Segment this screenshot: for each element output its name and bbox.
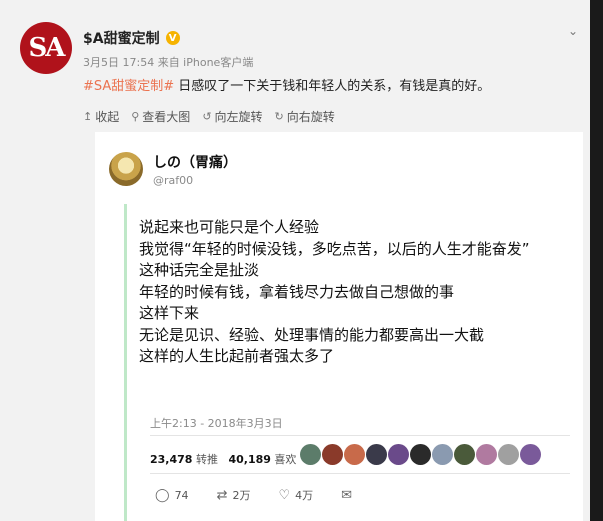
- liker-avatar[interactable]: [520, 444, 541, 465]
- liker-avatar[interactable]: [322, 444, 343, 465]
- author-row: $A甜蜜定制 V: [83, 28, 180, 48]
- retweet-button[interactable]: ⇄ 2万: [217, 487, 251, 503]
- liker-avatar[interactable]: [476, 444, 497, 465]
- tweet-line: 无论是见识、经验、处理事情的能力都要高出一大截: [139, 325, 485, 344]
- message-button[interactable]: ✉: [341, 488, 352, 503]
- liker-avatar[interactable]: [300, 444, 321, 465]
- rotate-right-button[interactable]: ↻ 向右旋转: [275, 108, 335, 125]
- author-avatar[interactable]: SA: [20, 22, 72, 74]
- liker-avatars: [300, 444, 541, 465]
- embedded-tweet-image: しの（胃痛） @raf00 说起来也可能只是个人经验 我觉得“年轻的时候没钱，多…: [95, 132, 583, 521]
- hashtag-link[interactable]: #SA甜蜜定制#: [83, 79, 174, 94]
- post-text: #SA甜蜜定制# 日感叹了一下关于钱和年轻人的关系，有钱是真的好。: [83, 75, 490, 94]
- rotate-right-label: 向右旋转: [286, 110, 335, 124]
- collapse-icon: ↥: [83, 110, 93, 123]
- liker-avatar[interactable]: [366, 444, 387, 465]
- rotate-left-icon: ↺: [202, 110, 212, 123]
- divider: [150, 435, 570, 436]
- thread-line: [124, 204, 127, 521]
- like-button[interactable]: ♡ 4万: [278, 487, 313, 503]
- liker-avatar[interactable]: [498, 444, 519, 465]
- reply-button[interactable]: ◯ 74: [155, 488, 189, 503]
- zoom-icon: ⚲: [131, 110, 140, 123]
- collapse-button[interactable]: ↥ 收起: [83, 108, 119, 125]
- tweet-line: 我觉得“年轻的时候没钱，多吃点苦，以后的人生才能奋发”: [139, 239, 530, 258]
- liker-avatar[interactable]: [410, 444, 431, 465]
- like-label: 喜欢: [274, 453, 297, 466]
- author-name[interactable]: $A甜蜜定制: [83, 28, 160, 48]
- tweet-line: 这种话完全是扯淡: [139, 261, 260, 279]
- envelope-icon: ✉: [341, 487, 353, 503]
- retweet-icon: ⇄: [216, 487, 228, 503]
- tweet-line: 这样下来: [139, 304, 200, 322]
- retweet-label: 转推: [195, 453, 218, 466]
- tweet-line: 年轻的时候有钱，拿着钱尽力去做自己想做的事: [139, 282, 455, 301]
- liker-avatar[interactable]: [344, 444, 365, 465]
- view-large-button[interactable]: ⚲ 查看大图: [131, 108, 190, 125]
- post-meta: 3月5日 17:54 来自 iPhone客户端: [83, 56, 254, 69]
- collapse-label: 收起: [95, 110, 120, 124]
- tweet-line: 这样的人生比起前者强太多了: [139, 347, 335, 365]
- retweet-count: 23,478: [150, 452, 193, 466]
- like-count: 40,189: [228, 452, 271, 466]
- tweet-line: 说起来也可能只是个人经验: [139, 218, 320, 236]
- tweet-stats: 23,478 转推 40,189 喜欢: [150, 451, 296, 467]
- retweet-action-count: 2万: [232, 489, 251, 502]
- rotate-right-icon: ↻: [274, 110, 284, 123]
- tweet-actions: ◯ 74 ⇄ 2万 ♡ 4万 ✉: [155, 487, 380, 503]
- like-action-count: 4万: [295, 489, 314, 502]
- tweet-timestamp: 上午2:13 - 2018年3月3日: [150, 417, 283, 430]
- rotate-left-label: 向左旋转: [214, 110, 263, 124]
- avatar-text: SA: [28, 33, 66, 63]
- tweet-text: 说起来也可能只是个人经验 我觉得“年轻的时候没钱，多吃点苦，以后的人生才能奋发”…: [139, 217, 530, 368]
- image-toolbar: ↥ 收起 ⚲ 查看大图 ↺ 向左旋转 ↻ 向右旋转: [83, 108, 335, 125]
- weibo-post-card: SA $A甜蜜定制 V 3月5日 17:54 来自 iPhone客户端 ⌄ #S…: [0, 0, 590, 521]
- liker-avatar[interactable]: [388, 444, 409, 465]
- view-large-label: 查看大图: [142, 110, 191, 124]
- post-body: 日感叹了一下关于钱和年轻人的关系，有钱是真的好。: [174, 79, 491, 94]
- tweet-author-handle: @raf00: [153, 174, 194, 187]
- tweet-author-name: しの（胃痛）: [153, 155, 237, 171]
- reply-icon: ◯: [155, 487, 170, 503]
- tweet-author-avatar: [109, 152, 143, 186]
- rotate-left-button[interactable]: ↺ 向左旋转: [202, 108, 262, 125]
- verified-badge-icon: V: [165, 31, 180, 45]
- liker-avatar[interactable]: [454, 444, 475, 465]
- chevron-down-icon[interactable]: ⌄: [568, 24, 578, 38]
- divider: [150, 473, 570, 474]
- heart-icon: ♡: [278, 487, 291, 503]
- reply-count: 74: [174, 488, 189, 502]
- liker-avatar[interactable]: [432, 444, 453, 465]
